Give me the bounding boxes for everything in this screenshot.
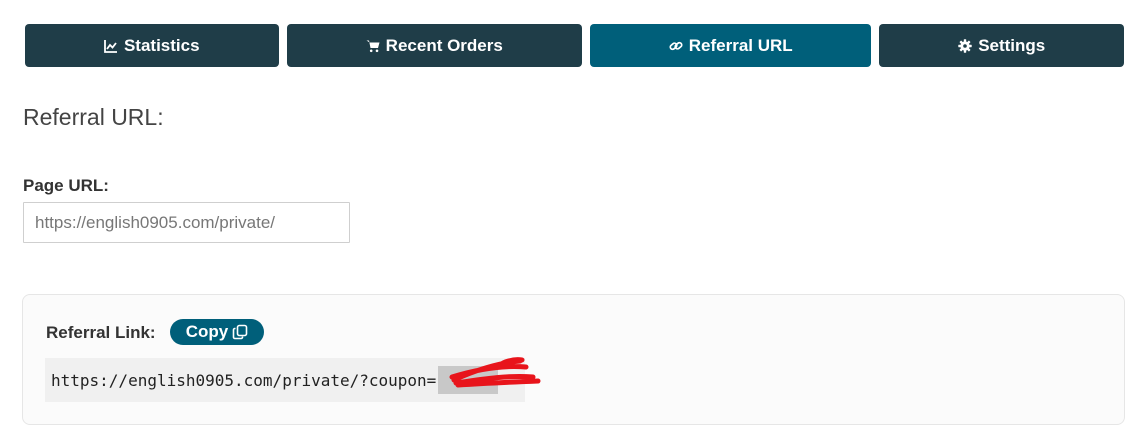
tab-statistics[interactable]: Statistics — [25, 24, 279, 67]
page-url-input[interactable] — [23, 202, 350, 243]
redaction-scribble — [449, 357, 541, 388]
tab-label: Referral URL — [688, 35, 793, 55]
tab-bar: Statistics Recent Orders Referral URL Se… — [25, 24, 1124, 67]
copy-button[interactable]: Copy — [170, 319, 264, 345]
section-heading: Referral URL: — [23, 104, 164, 130]
chart-line-icon — [104, 39, 118, 53]
gear-icon — [958, 38, 972, 53]
page-url-label: Page URL: — [23, 176, 109, 195]
tab-label: Settings — [978, 35, 1046, 55]
tab-settings[interactable]: Settings — [879, 24, 1124, 67]
cart-icon — [366, 39, 380, 53]
referral-link-text: https://english0905.com/private/?coupon= — [51, 370, 437, 390]
tab-recent-orders[interactable]: Recent Orders — [286, 24, 582, 67]
tab-label: Recent Orders — [385, 35, 503, 55]
copy-icon — [232, 324, 248, 340]
tab-label: Statistics — [123, 35, 200, 55]
link-icon — [669, 39, 683, 53]
copy-label: Copy — [185, 322, 229, 341]
referral-link-card: Referral Link: Copy https://english0905.… — [22, 294, 1125, 425]
referral-link-label: Referral Link: — [46, 323, 156, 342]
tab-referral-url[interactable]: Referral URL — [589, 24, 872, 67]
